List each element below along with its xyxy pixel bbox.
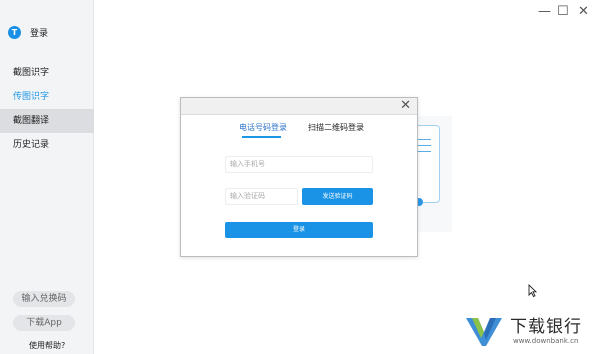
menu-line-icon	[417, 145, 431, 146]
sidebar-item-screenshot-translate[interactable]: 截图翻译	[0, 109, 94, 133]
mouse-cursor-icon	[528, 284, 537, 297]
dialog-close-icon[interactable]: ✕	[400, 99, 411, 113]
sidebar-item-screenshot-ocr[interactable]: 截图识字	[0, 61, 94, 85]
menu-line-icon	[417, 139, 431, 140]
sidebar: T 登录 截图识字 传图识字 截图翻译 历史记录 输入兑换码 下载App 使用帮…	[0, 0, 94, 354]
app-logo-icon: T	[8, 26, 21, 39]
phone-input[interactable]: 输入手机号	[225, 156, 373, 173]
watermark-logo-icon	[466, 318, 502, 346]
verification-code-input[interactable]: 输入验证码	[225, 188, 298, 205]
sidebar-item-upload-ocr[interactable]: 传图识字	[0, 85, 94, 109]
minimize-icon[interactable]: —	[538, 4, 551, 19]
watermark-url: www.downbank.cn	[513, 337, 579, 345]
login-entry[interactable]: T 登录	[8, 26, 48, 39]
login-link[interactable]: 登录	[30, 26, 48, 39]
tab-phone-login[interactable]: 电话号码登录	[239, 122, 287, 133]
redeem-code-button[interactable]: 输入兑换码	[13, 291, 75, 307]
send-code-button[interactable]: 发送验证码	[302, 188, 373, 205]
help-link[interactable]: 使用帮助?	[29, 340, 65, 351]
active-tab-indicator	[242, 136, 281, 138]
dialog-titlebar: ✕	[181, 98, 417, 115]
watermark-title: 下载银行	[510, 317, 582, 337]
download-app-button[interactable]: 下载App	[13, 315, 75, 331]
sidebar-item-history[interactable]: 历史记录	[0, 133, 94, 157]
watermark: 下载银行 www.downbank.cn	[462, 310, 592, 350]
tab-qr-login[interactable]: 扫描二维码登录	[308, 122, 364, 133]
login-dialog: ✕ 电话号码登录 扫描二维码登录 输入手机号 输入验证码 发送验证码 登录	[180, 97, 418, 257]
close-icon[interactable]: ✕	[578, 4, 589, 19]
maximize-icon[interactable]: ☐	[557, 4, 569, 19]
login-button[interactable]: 登录	[225, 222, 373, 238]
menu-line-icon	[417, 151, 431, 152]
sidebar-nav: 截图识字 传图识字 截图翻译 历史记录	[0, 61, 94, 157]
